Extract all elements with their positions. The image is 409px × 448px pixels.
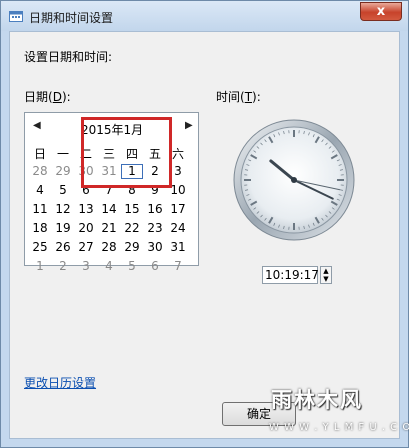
close-icon: x (376, 4, 386, 19)
dialog-body: 设置日期和时间: 日期(D): 时间(T): ◀ 2015年1月 ▶ 日一二三四… (9, 31, 400, 439)
calendar-day[interactable]: 22 (121, 221, 143, 235)
calendar-day[interactable]: 30 (144, 240, 166, 254)
weekday-header: 四 (125, 147, 138, 161)
calendar-day[interactable]: 5 (121, 259, 143, 273)
calendar-day[interactable]: 13 (75, 202, 97, 216)
weekday-header: 二 (79, 147, 92, 161)
calendar-day[interactable]: 27 (75, 240, 97, 254)
calendar-day[interactable]: 3 (75, 259, 97, 273)
calendar-day[interactable]: 19 (52, 221, 74, 235)
date-label: 日期(D): (24, 90, 71, 104)
watermark-subtitle: W W W . Y L M F U . C O M (269, 422, 409, 433)
watermark: 雨林木风 W W W . Y L M F U . C O M (263, 382, 409, 438)
weekday-header: 六 (171, 147, 184, 161)
next-month-icon[interactable]: ▶ (185, 120, 193, 131)
calendar[interactable]: ◀ 2015年1月 ▶ 日一二三四五六 28 29 30 31 1 2 3 4 5 6 7 8 9 10 11… (24, 112, 199, 273)
calendar-day[interactable]: 5 (52, 183, 74, 197)
calendar-day[interactable]: 15 (121, 202, 143, 216)
calendar-day[interactable]: 28 (29, 164, 51, 178)
title-bar[interactable]: 日期和时间设置 x (1, 1, 408, 31)
calendar-day[interactable]: 17 (167, 202, 189, 216)
calendar-day[interactable]: 1 (121, 164, 143, 179)
calendar-day[interactable]: 2 (144, 164, 166, 178)
calendar-day[interactable]: 14 (98, 202, 120, 216)
weekday-header: 三 (102, 147, 115, 161)
calendar-day[interactable]: 31 (167, 240, 189, 254)
calendar-day[interactable]: 7 (167, 259, 189, 273)
close-button[interactable]: x (360, 2, 402, 21)
time-spinner[interactable]: ▲ ▼ (320, 266, 332, 284)
calendar-day[interactable]: 4 (29, 183, 51, 197)
calendar-day[interactable]: 21 (98, 221, 120, 235)
calendar-day[interactable]: 24 (167, 221, 189, 235)
calendar-day[interactable]: 12 (52, 202, 74, 216)
calendar-day[interactable]: 31 (98, 164, 120, 178)
calendar-day[interactable]: 3 (167, 164, 189, 178)
calendar-icon (9, 10, 23, 22)
weekday-header: 五 (148, 147, 161, 161)
time-label: 时间(T): (216, 90, 261, 104)
calendar-day[interactable]: 11 (29, 202, 51, 216)
calendar-day[interactable]: 16 (144, 202, 166, 216)
calendar-month-title[interactable]: 2015年1月 (81, 121, 143, 138)
calendar-day[interactable]: 25 (29, 240, 51, 254)
watermark-title: 雨林木风 (271, 388, 363, 412)
calendar-day[interactable]: 18 (29, 221, 51, 235)
calendar-day[interactable]: 30 (75, 164, 97, 178)
calendar-day[interactable]: 29 (121, 240, 143, 254)
calendar-day[interactable]: 26 (52, 240, 74, 254)
calendar-day[interactable]: 4 (98, 259, 120, 273)
spin-up-icon[interactable]: ▲ (321, 267, 331, 275)
calendar-day[interactable]: 1 (29, 259, 51, 273)
previous-month-icon[interactable]: ◀ (33, 120, 41, 131)
instruction-text: 设置日期和时间: (24, 50, 113, 64)
window-title: 日期和时间设置 (29, 11, 114, 25)
calendar-day[interactable]: 29 (52, 164, 74, 178)
calendar-day[interactable]: 6 (144, 259, 166, 273)
calendar-day[interactable]: 10 (167, 183, 189, 197)
analog-clock (233, 119, 355, 241)
calendar-day[interactable]: 6 (75, 183, 97, 197)
calendar-day[interactable]: 20 (75, 221, 97, 235)
weekday-header: 一 (56, 147, 69, 161)
spin-down-icon[interactable]: ▼ (321, 275, 331, 283)
calendar-day[interactable]: 28 (98, 240, 120, 254)
time-input[interactable]: 10:19:17 (262, 266, 319, 284)
dialog-window: 日期和时间设置 x 设置日期和时间: 日期(D): 时间(T): ◀ 2015年… (0, 0, 409, 448)
calendar-day[interactable]: 23 (144, 221, 166, 235)
calendar-day[interactable]: 8 (121, 183, 143, 197)
calendar-day[interactable]: 7 (98, 183, 120, 197)
calendar-day[interactable]: 9 (144, 183, 166, 197)
change-calendar-settings-link[interactable]: 更改日历设置 (24, 374, 96, 391)
calendar-day[interactable]: 2 (52, 259, 74, 273)
weekday-header: 日 (33, 147, 46, 161)
